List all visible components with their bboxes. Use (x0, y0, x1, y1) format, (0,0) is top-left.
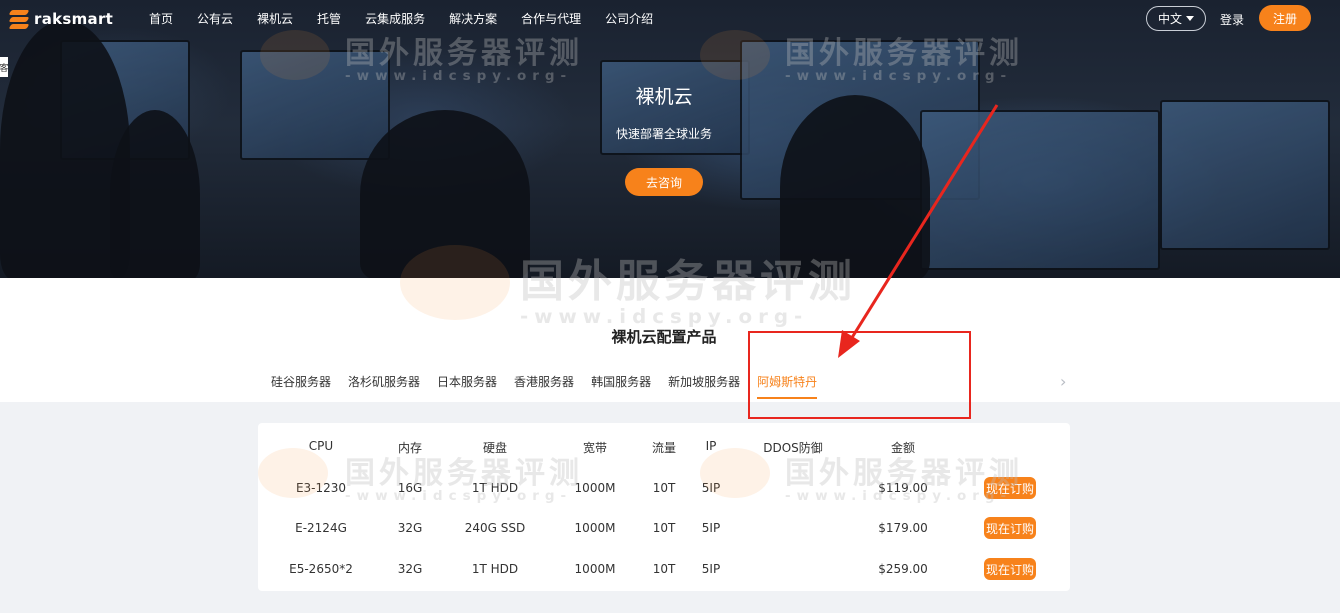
cell-ip: 5IP (701, 481, 721, 495)
tab-japan[interactable]: 日本服务器 (437, 373, 497, 401)
cell-price: $179.00 (878, 521, 928, 535)
login-link[interactable]: 登录 (1220, 11, 1244, 28)
brand-logo[interactable]: raksmart (8, 9, 114, 29)
column-header-traffic: 流量 (651, 441, 677, 455)
column-header-bandwidth: 宽带 (582, 441, 608, 455)
annotation-highlight-box (748, 331, 971, 419)
cell-bandwidth: 1000M (574, 481, 616, 495)
cell-ram: 32G (397, 521, 423, 535)
raksmart-logo-icon (8, 9, 30, 29)
tab-hong-kong[interactable]: 香港服务器 (514, 373, 574, 401)
nav-menu: 首页 公有云 裸机云 托管 云集成服务 解决方案 合作与代理 公司介绍 (149, 10, 677, 27)
cell-price: $119.00 (878, 481, 928, 495)
top-navigation: raksmart 首页 公有云 裸机云 托管 云集成服务 解决方案 合作与代理 … (0, 0, 1340, 36)
language-label: 中文 (1157, 12, 1182, 26)
page: raksmart 首页 公有云 裸机云 托管 云集成服务 解决方案 合作与代理 … (0, 0, 1340, 613)
consult-button[interactable]: 去咨询 (625, 168, 703, 196)
cell-cpu: E5-2650*2 (289, 562, 353, 576)
column-header-price: 金额 (890, 441, 916, 455)
nav-item-home[interactable]: 首页 (149, 10, 173, 27)
cell-ram: 16G (397, 481, 423, 495)
cell-traffic: 10T (652, 481, 676, 495)
nav-item-bare-metal-cloud[interactable]: 裸机云 (257, 10, 293, 27)
order-now-button[interactable]: 现在订购 (984, 558, 1036, 580)
cell-cpu: E3-1230 (295, 481, 347, 495)
tab-silicon-valley[interactable]: 硅谷服务器 (271, 373, 331, 401)
hero-title: 裸机云 (635, 86, 693, 108)
column-header-cpu: CPU (308, 439, 334, 453)
nav-item-about[interactable]: 公司介绍 (605, 10, 653, 27)
cell-cpu: E-2124G (295, 521, 347, 535)
cell-disk: 240G SSD (464, 521, 526, 535)
language-selector[interactable]: 中文 (1146, 6, 1206, 31)
chevron-right-icon[interactable]: › (1060, 372, 1066, 391)
column-header-ram: 内存 (397, 441, 423, 455)
cell-traffic: 10T (652, 521, 676, 535)
column-header-ddos: DDOS防御 (763, 441, 823, 455)
cell-ip: 5IP (701, 521, 721, 535)
cell-ram: 32G (397, 562, 423, 576)
section-title: 裸机云配置产品 (611, 328, 717, 346)
cell-disk: 1T HDD (471, 481, 519, 495)
cell-bandwidth: 1000M (574, 562, 616, 576)
nav-item-colocation[interactable]: 托管 (317, 10, 341, 27)
nav-item-cloud-integration[interactable]: 云集成服务 (365, 10, 425, 27)
cell-disk: 1T HDD (471, 562, 519, 576)
side-service-tab[interactable]: 客 (0, 57, 9, 77)
caret-down-icon (1186, 16, 1194, 21)
nav-item-partners[interactable]: 合作与代理 (521, 10, 581, 27)
column-header-ip: IP (705, 439, 717, 453)
order-now-button[interactable]: 现在订购 (984, 517, 1036, 539)
tab-los-angeles[interactable]: 洛杉矶服务器 (348, 373, 420, 401)
cell-bandwidth: 1000M (574, 521, 616, 535)
hero-subtitle: 快速部署全球业务 (615, 127, 712, 141)
cell-traffic: 10T (652, 562, 676, 576)
tab-korea[interactable]: 韩国服务器 (591, 373, 651, 401)
tab-singapore[interactable]: 新加坡服务器 (668, 373, 740, 401)
column-header-disk: 硬盘 (482, 441, 508, 455)
background-person (780, 95, 930, 280)
register-button[interactable]: 注册 (1259, 5, 1311, 31)
cell-price: $259.00 (878, 562, 928, 576)
brand-name: raksmart (34, 10, 114, 28)
order-now-button[interactable]: 现在订购 (984, 477, 1036, 499)
cell-ip: 5IP (701, 562, 721, 576)
nav-item-solutions[interactable]: 解决方案 (449, 10, 497, 27)
background-monitor (1160, 100, 1330, 250)
nav-item-public-cloud[interactable]: 公有云 (197, 10, 233, 27)
